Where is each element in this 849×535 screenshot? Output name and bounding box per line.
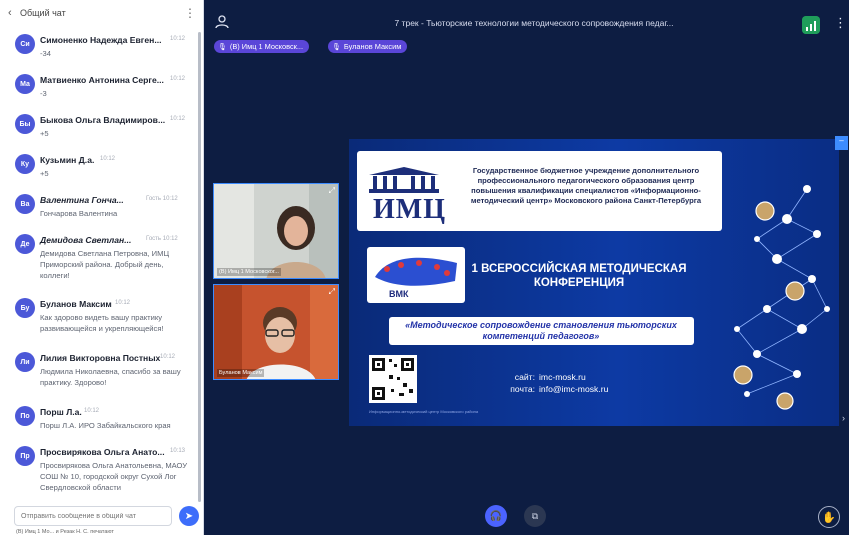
message-time: 10:12 — [84, 408, 100, 414]
slide-footnote: Информационно-методический центр Московс… — [369, 409, 479, 414]
vmk-logo — [367, 247, 465, 303]
chat-header: ‹ Общий чат ⋮ — [0, 0, 204, 26]
message-author: Симоненко Надежда Евген... — [40, 35, 162, 45]
site-value: imc-mosk.ru — [539, 372, 586, 382]
vmk-map-graphic — [375, 257, 457, 286]
mail-value: info@imc-mosk.ru — [539, 384, 609, 394]
conference-topbar: 7 трек - Тьюторские технологии методичес… — [204, 0, 849, 53]
conference-subtitle: «Методическое сопровождение становления … — [405, 320, 677, 341]
video-tile[interactable]: ⤢ Буланов Максим — [213, 284, 339, 380]
message-time: 10:12 — [100, 156, 116, 162]
organization-text: Государственное бюджетное учреждение доп… — [470, 166, 702, 205]
message-time: 10:13 — [170, 448, 186, 454]
video-tile[interactable]: ⤢ (В) Имц 1 Московског... — [213, 183, 339, 279]
vmk-text: ВМК — [389, 289, 409, 299]
chat-scrollbar[interactable] — [198, 32, 201, 502]
pinned-participant[interactable]: 🎙 (В) Имц 1 Московск... — [214, 40, 310, 53]
microphone-icon: 🎙 — [218, 43, 227, 51]
send-button[interactable]: ➤ — [179, 506, 199, 526]
message-time: Гость 10:12 — [146, 236, 178, 242]
site-label: сайт: — [514, 372, 535, 382]
message-time: 10:12 — [170, 36, 186, 42]
conference-title: 7 трек - Тьюторские технологии методичес… — [394, 18, 674, 28]
network-quality-icon[interactable] — [802, 16, 820, 34]
participants-icon[interactable] — [214, 15, 230, 29]
avatar: Си — [15, 34, 35, 54]
participant-video — [214, 285, 338, 379]
audio-button[interactable]: 🎧 — [485, 505, 507, 527]
message-time: 10:12 — [170, 116, 186, 122]
tile-label: Буланов Максим — [217, 369, 265, 377]
typing-status: (В) Имц 1 Мо... и Резак Н. С. печатают — [16, 529, 114, 535]
avatar: По — [15, 406, 35, 426]
avatar: Ли — [15, 352, 35, 372]
message-text: Как здорово видеть вашу практику развива… — [40, 313, 164, 334]
chat-panel: ‹ Общий чат ⋮ Си Симоненко Надежда Евген… — [0, 0, 204, 535]
message-text: +5 — [40, 129, 49, 138]
message-list: Си Симоненко Надежда Евген... 10:12 -34 … — [0, 26, 196, 496]
microphone-icon: 🎙 — [332, 43, 341, 51]
back-icon[interactable]: ‹ — [8, 7, 20, 19]
slide-minimize-button[interactable]: – — [835, 136, 848, 150]
send-icon: ➤ — [184, 510, 194, 522]
message-text: Просвирякова Ольга Анатольевна, МАОУ СОШ… — [40, 461, 188, 493]
mail-label: почта: — [510, 384, 535, 394]
avatar: Ма — [15, 74, 35, 94]
call-controls: 🎧 ⧉ ✋ — [204, 498, 849, 535]
conference-name: 1 ВСЕРОССИЙСКАЯ МЕТОДИЧЕСКАЯ КОНФЕРЕНЦИЯ — [471, 263, 687, 289]
message-time: 10:12 — [170, 76, 186, 82]
pinned-label: (В) Имц 1 Московск... — [229, 42, 304, 51]
avatar: Пр — [15, 446, 35, 466]
message-text: Людмила Николаевна, спасибо за вашу прак… — [40, 367, 181, 388]
headphones-icon: 🎧 — [489, 510, 503, 522]
imc-logo-text: ИМЦ — [373, 194, 446, 225]
pinned-participant[interactable]: 🎙 Буланов Максим — [328, 40, 408, 53]
message-author: Просвирякова Ольга Анато... — [40, 447, 165, 457]
conference-menu-icon[interactable]: ⋮ — [834, 15, 847, 31]
hand-icon: ✋ — [822, 511, 836, 524]
message-text: +5 — [40, 169, 49, 178]
message-author: Демидова Светлан... — [40, 235, 132, 245]
message-author: Валентина Гонча... — [40, 195, 124, 205]
qr-code — [369, 355, 417, 403]
message-time: 10:12 — [160, 354, 176, 360]
message-text: -3 — [40, 89, 47, 98]
message-author: Кузьмин Д.а. — [40, 155, 95, 165]
slide-next-icon[interactable]: › — [842, 413, 845, 423]
message-time: Гость 10:12 — [146, 196, 178, 202]
chat-input-row: ➤ (В) Имц 1 Мо... и Резак Н. С. печатают — [0, 500, 204, 535]
message-author: Лилия Викторовна Постных — [40, 353, 161, 363]
shared-slide[interactable]: ИМЦ Государственное бюджетное учреждение… — [349, 139, 839, 426]
chat-title: Общий чат — [20, 8, 66, 18]
expand-icon[interactable]: ⤢ — [329, 186, 335, 196]
message-author: Порш Л.а. — [40, 407, 82, 417]
avatar: Ва — [15, 194, 35, 214]
imc-building-logo — [369, 167, 439, 193]
chat-menu-icon[interactable]: ⋮ — [184, 6, 196, 20]
network-graphic — [733, 185, 830, 410]
avatar: Де — [15, 234, 35, 254]
pinned-label: Буланов Максим — [343, 42, 402, 51]
camera-button[interactable]: ⧉ — [524, 505, 546, 527]
avatar: Ку — [15, 154, 35, 174]
chat-message-input[interactable] — [14, 506, 172, 526]
message-author: Быкова Ольга Владимиров... — [40, 115, 166, 125]
tile-label: (В) Имц 1 Московског... — [217, 268, 281, 276]
participant-video — [214, 184, 338, 278]
message-time: 10:12 — [115, 300, 131, 306]
message-author: Матвиенко Антонина Серге... — [40, 75, 164, 85]
message-text: Демидова Светлана Петровна, ИМЦ Приморск… — [40, 249, 170, 281]
raise-hand-button[interactable]: ✋ — [818, 506, 840, 528]
message-text: -34 — [40, 49, 51, 58]
expand-icon[interactable]: ⤢ — [329, 287, 335, 297]
avatar: Бу — [15, 298, 35, 318]
message-author: Буланов Максим — [40, 299, 112, 309]
message-text: Гончарова Валентина — [40, 209, 118, 218]
avatar: Бы — [15, 114, 35, 134]
conference-area: 7 трек - Тьюторские технологии методичес… — [204, 0, 849, 535]
camera-icon: ⧉ — [531, 510, 539, 521]
message-text: Порш Л.А. ИРО Забайкальского края — [40, 421, 171, 430]
contacts-block: сайт: imc-mosk.ru почта: info@imc-mosk.r… — [477, 371, 637, 395]
